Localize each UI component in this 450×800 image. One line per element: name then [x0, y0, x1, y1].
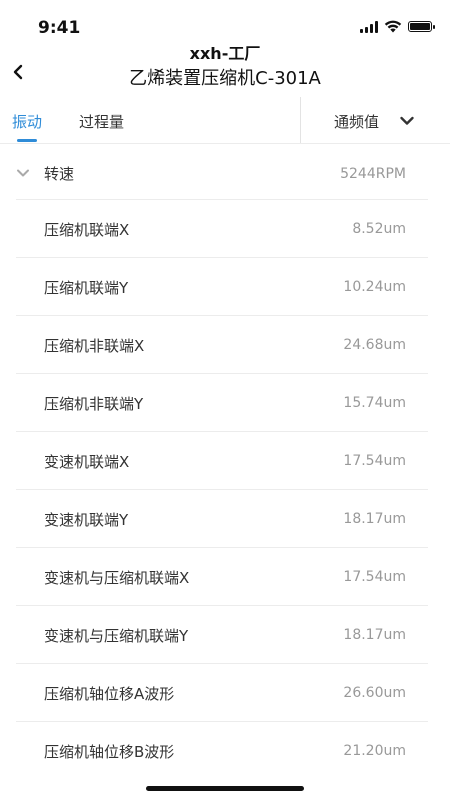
tab-vibration[interactable]: 振动 — [12, 111, 42, 132]
item-value: 17.54um — [343, 569, 406, 585]
item-label: 变速机与压缩机联端X — [44, 569, 190, 587]
item-label: 压缩机非联端X — [44, 337, 145, 355]
home-indicator — [146, 786, 304, 791]
active-tab-indicator — [17, 139, 37, 142]
list-item[interactable]: 压缩机非联端X 24.68um — [0, 315, 450, 373]
item-label: 压缩机联端X — [44, 221, 130, 239]
item-label: 变速机联端X — [44, 453, 130, 471]
list-item[interactable]: 压缩机联端X 8.52um — [0, 199, 450, 257]
item-label: 压缩机联端Y — [44, 279, 129, 297]
group-header-speed[interactable]: 转速 5244RPM — [0, 145, 450, 199]
factory-title: xxh-工厂 — [189, 44, 261, 63]
list-item[interactable]: 变速机联端Y 18.17um — [0, 489, 450, 547]
item-value: 10.24um — [343, 279, 406, 295]
item-value: 26.60um — [343, 685, 406, 701]
item-value: 15.74um — [343, 395, 406, 411]
list-item[interactable]: 变速机与压缩机联端Y 18.17um — [0, 605, 450, 663]
cellular-signal-icon — [360, 20, 378, 33]
device-title: 乙烯装置压缩机C-301A — [129, 68, 321, 89]
battery-icon — [408, 21, 435, 32]
item-value: 18.17um — [343, 511, 406, 527]
wifi-icon — [384, 20, 402, 33]
screen: 9:41 xxh-工厂 乙烯装置压缩机C-301A 振动 过程量 通频值 转速 … — [0, 0, 450, 800]
item-label: 压缩机轴位移B波形 — [44, 743, 175, 761]
status-icons — [360, 20, 435, 33]
chevron-down-icon — [400, 116, 414, 125]
list-item[interactable]: 压缩机轴位移A波形 26.60um — [0, 663, 450, 721]
item-label: 变速机与压缩机联端Y — [44, 627, 189, 645]
value-type-dropdown[interactable]: 通频值 — [301, 97, 450, 143]
tab-process[interactable]: 过程量 — [79, 111, 124, 132]
item-label: 变速机联端Y — [44, 511, 129, 529]
tab-bar: 振动 过程量 通频值 — [0, 97, 450, 144]
item-value: 17.54um — [343, 453, 406, 469]
list-item[interactable]: 压缩机轴位移B波形 21.20um — [0, 721, 450, 779]
item-value: 18.17um — [343, 627, 406, 643]
list-item[interactable]: 变速机联端X 17.54um — [0, 431, 450, 489]
group-value: 5244RPM — [340, 166, 406, 182]
list-item[interactable]: 压缩机联端Y 10.24um — [0, 257, 450, 315]
item-label: 压缩机非联端Y — [44, 395, 144, 413]
list-item[interactable]: 压缩机非联端Y 15.74um — [0, 373, 450, 431]
item-value: 24.68um — [343, 337, 406, 353]
measurement-list: 压缩机联端X 8.52um 压缩机联端Y 10.24um 压缩机非联端X 24.… — [0, 199, 450, 779]
status-time: 9:41 — [38, 18, 81, 38]
collapse-chevron-icon — [17, 169, 29, 177]
item-value: 21.20um — [343, 743, 406, 759]
nav-header: xxh-工厂 乙烯装置压缩机C-301A — [0, 36, 450, 96]
item-label: 压缩机轴位移A波形 — [44, 685, 175, 703]
group-title: 转速 — [44, 165, 75, 183]
list-item[interactable]: 变速机与压缩机联端X 17.54um — [0, 547, 450, 605]
dropdown-selected-value: 通频值 — [334, 113, 380, 131]
item-value: 8.52um — [352, 221, 406, 237]
